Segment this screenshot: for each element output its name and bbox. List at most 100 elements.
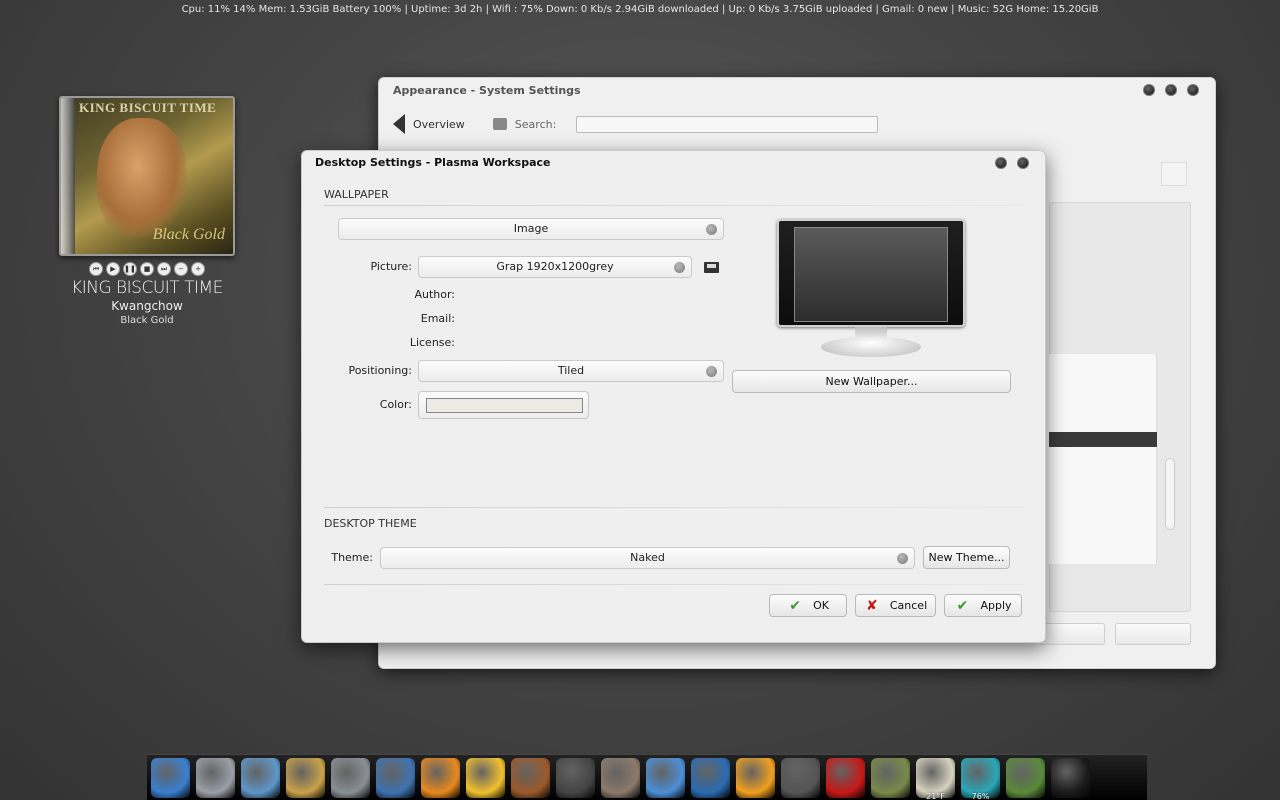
chevron-down-icon — [897, 553, 908, 564]
positioning-select[interactable]: Tiled — [418, 360, 724, 382]
pause-icon[interactable]: ❚❚ — [123, 262, 137, 276]
section-divider — [324, 584, 1024, 585]
back-arrow-icon[interactable] — [393, 114, 405, 134]
cover-portrait — [97, 118, 187, 238]
dialog-title: Desktop Settings - Plasma Workspace — [315, 156, 551, 169]
ok-label: OK — [813, 599, 829, 612]
screenshot-icon[interactable] — [331, 757, 370, 798]
close-icon[interactable] — [1187, 84, 1199, 96]
open-file-icon[interactable] — [704, 262, 719, 273]
wallpaper-preview — [777, 219, 965, 361]
settings-list[interactable] — [1049, 354, 1157, 564]
cancel-button[interactable]: ✘ Cancel — [855, 594, 936, 617]
selected-list-row[interactable] — [1049, 432, 1157, 447]
theme-value: Naked — [630, 551, 665, 564]
film-icon[interactable] — [601, 757, 640, 798]
chevron-down-icon — [706, 366, 717, 377]
search-label: Search: — [514, 117, 557, 131]
color-picker-button[interactable] — [418, 391, 589, 419]
monitor-base — [821, 337, 921, 357]
dock-item-label: 76% — [971, 791, 990, 800]
wifi-globe-icon[interactable]: 76% — [961, 757, 1000, 800]
python-icon[interactable] — [376, 757, 415, 798]
hidden-button-2[interactable] — [1115, 623, 1191, 645]
color-swatch — [426, 398, 583, 413]
guitar-icon[interactable] — [511, 757, 550, 798]
new-wallpaper-button[interactable]: New Wallpaper... — [732, 370, 1011, 393]
track-artist: Kwangchow — [111, 299, 183, 313]
cd-case-spine — [61, 98, 75, 254]
chevron-down-icon — [674, 262, 685, 273]
office-icon[interactable] — [286, 757, 325, 798]
volume-down-icon[interactable]: − — [174, 262, 188, 276]
next-track-icon[interactable]: ⏭ — [157, 262, 171, 276]
tux-penguin-icon[interactable] — [466, 757, 505, 798]
application-dock: 21°F 76% — [147, 754, 1147, 800]
network-globe-icon[interactable] — [646, 757, 685, 798]
checkmark-icon: ✔ — [789, 597, 801, 614]
close-icon[interactable] — [1017, 157, 1029, 169]
checkmark-icon: ✔ — [956, 597, 969, 614]
garden-icon[interactable] — [1006, 757, 1045, 798]
cover-subtitle-text: Black Gold — [152, 226, 225, 243]
track-title: KING BISCUIT TIME — [71, 278, 223, 298]
cover-title-text: KING BISCUIT TIME — [79, 100, 217, 115]
color-label: Color: — [379, 398, 412, 411]
shutdown-icon[interactable] — [1051, 757, 1090, 798]
maximize-icon[interactable] — [1165, 84, 1177, 96]
rss-feed-icon[interactable] — [421, 757, 460, 798]
positioning-label: Positioning: — [348, 364, 412, 377]
dock-item-label: 21°F — [926, 791, 945, 800]
cancel-x-icon: ✘ — [865, 597, 878, 614]
license-label: License: — [409, 336, 455, 349]
wallpaper-section-label: WALLPAPER — [324, 188, 389, 201]
weather-icon[interactable]: 21°F — [916, 757, 955, 800]
desktop-settings-dialog: Desktop Settings - Plasma Workspace WALL… — [301, 150, 1046, 643]
wallpaper-type-value: Image — [513, 222, 549, 235]
author-label: Author: — [414, 288, 455, 301]
system-monitor-icon[interactable] — [871, 757, 910, 798]
play-icon[interactable]: ▶ — [106, 262, 120, 276]
window-title: Appearance - System Settings — [393, 84, 581, 97]
monitor-screen — [777, 219, 965, 327]
cancel-label: Cancel — [889, 599, 928, 612]
track-album: Black Gold — [120, 315, 174, 326]
positioning-value: Tiled — [557, 364, 585, 377]
wallpaper-preview-image — [794, 227, 948, 322]
overview-button[interactable]: Overview — [413, 118, 465, 131]
chevron-down-icon — [706, 224, 717, 235]
flame-icon[interactable] — [736, 757, 775, 798]
now-playing-widget: KING BISCUIT TIME Black Gold ⏮ ▶ ❚❚ ■ ⏭ … — [56, 96, 238, 326]
lastfm-icon[interactable] — [556, 757, 595, 798]
section-divider — [324, 205, 1024, 206]
stop-icon[interactable]: ■ — [140, 262, 154, 276]
email-label: Email: — [420, 312, 455, 325]
ok-button[interactable]: ✔ OK — [769, 594, 847, 617]
theme-label: Theme: — [331, 551, 373, 564]
scrollbar[interactable] — [1165, 458, 1175, 530]
system-tools-icon[interactable] — [196, 757, 235, 798]
previous-track-icon[interactable]: ⏮ — [89, 262, 103, 276]
volume-up-icon[interactable]: + — [191, 262, 205, 276]
section-divider — [324, 507, 1024, 508]
panel-toggle-icon[interactable] — [1161, 162, 1187, 186]
dialog-window-controls — [995, 157, 1029, 169]
apply-button[interactable]: ✔ Apply — [944, 594, 1022, 617]
headphones-icon[interactable] — [781, 757, 820, 798]
apply-label: Apply — [980, 599, 1012, 612]
opera-icon[interactable] — [826, 757, 865, 798]
picture-select[interactable]: Grap 1920x1200grey — [418, 256, 692, 278]
wallpaper-type-select[interactable]: Image — [338, 218, 724, 240]
help-icon[interactable] — [995, 157, 1007, 169]
desktop-theme-section-label: DESKTOP THEME — [324, 517, 417, 530]
browser-icon[interactable] — [691, 757, 730, 798]
settings-toolbar: Overview Search: — [393, 114, 879, 134]
hidden-button[interactable] — [1039, 623, 1105, 645]
media-player-icon[interactable] — [151, 757, 190, 798]
new-theme-button[interactable]: New Theme... — [923, 546, 1010, 569]
image-viewer-icon[interactable] — [241, 757, 280, 798]
theme-select[interactable]: Naked — [380, 547, 915, 569]
minimize-icon[interactable] — [1143, 84, 1155, 96]
search-input[interactable] — [576, 115, 879, 133]
album-cover: KING BISCUIT TIME Black Gold — [59, 96, 235, 256]
